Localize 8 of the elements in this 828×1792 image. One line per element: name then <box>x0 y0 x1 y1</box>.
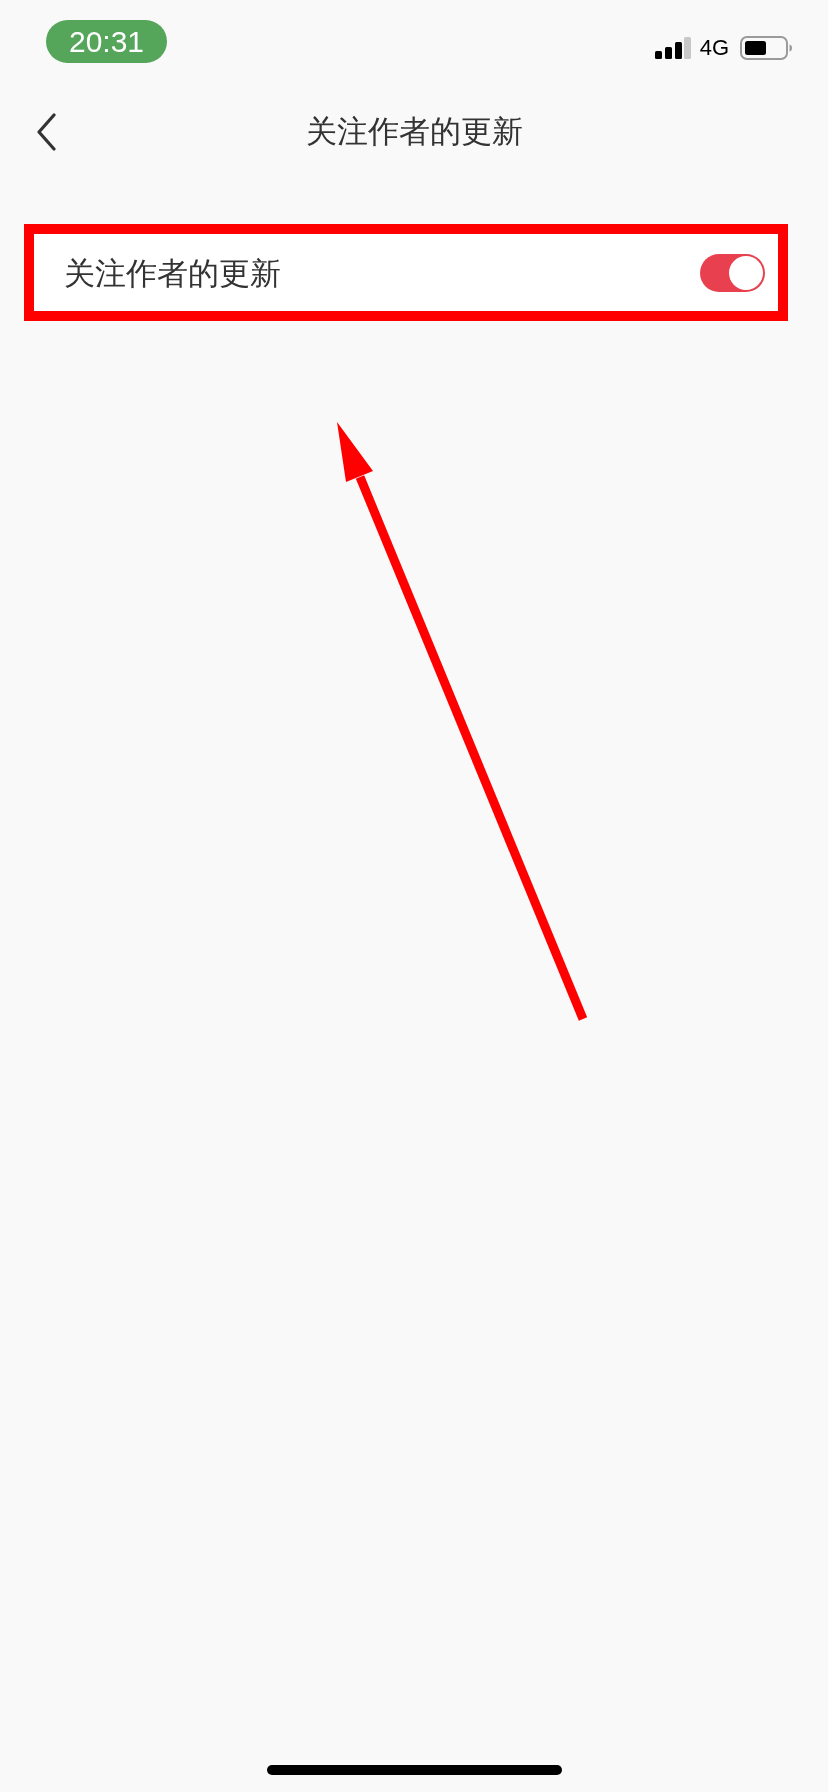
signal-icon <box>654 37 691 59</box>
network-type: 4G <box>699 36 729 60</box>
status-time: 20:31 <box>46 20 167 63</box>
setting-label: 关注作者的更新 <box>64 253 281 293</box>
battery-icon <box>740 36 792 60</box>
toggle-switch[interactable] <box>700 253 765 292</box>
back-chevron-icon <box>36 113 56 151</box>
page-title: 关注作者的更新 <box>305 112 523 151</box>
